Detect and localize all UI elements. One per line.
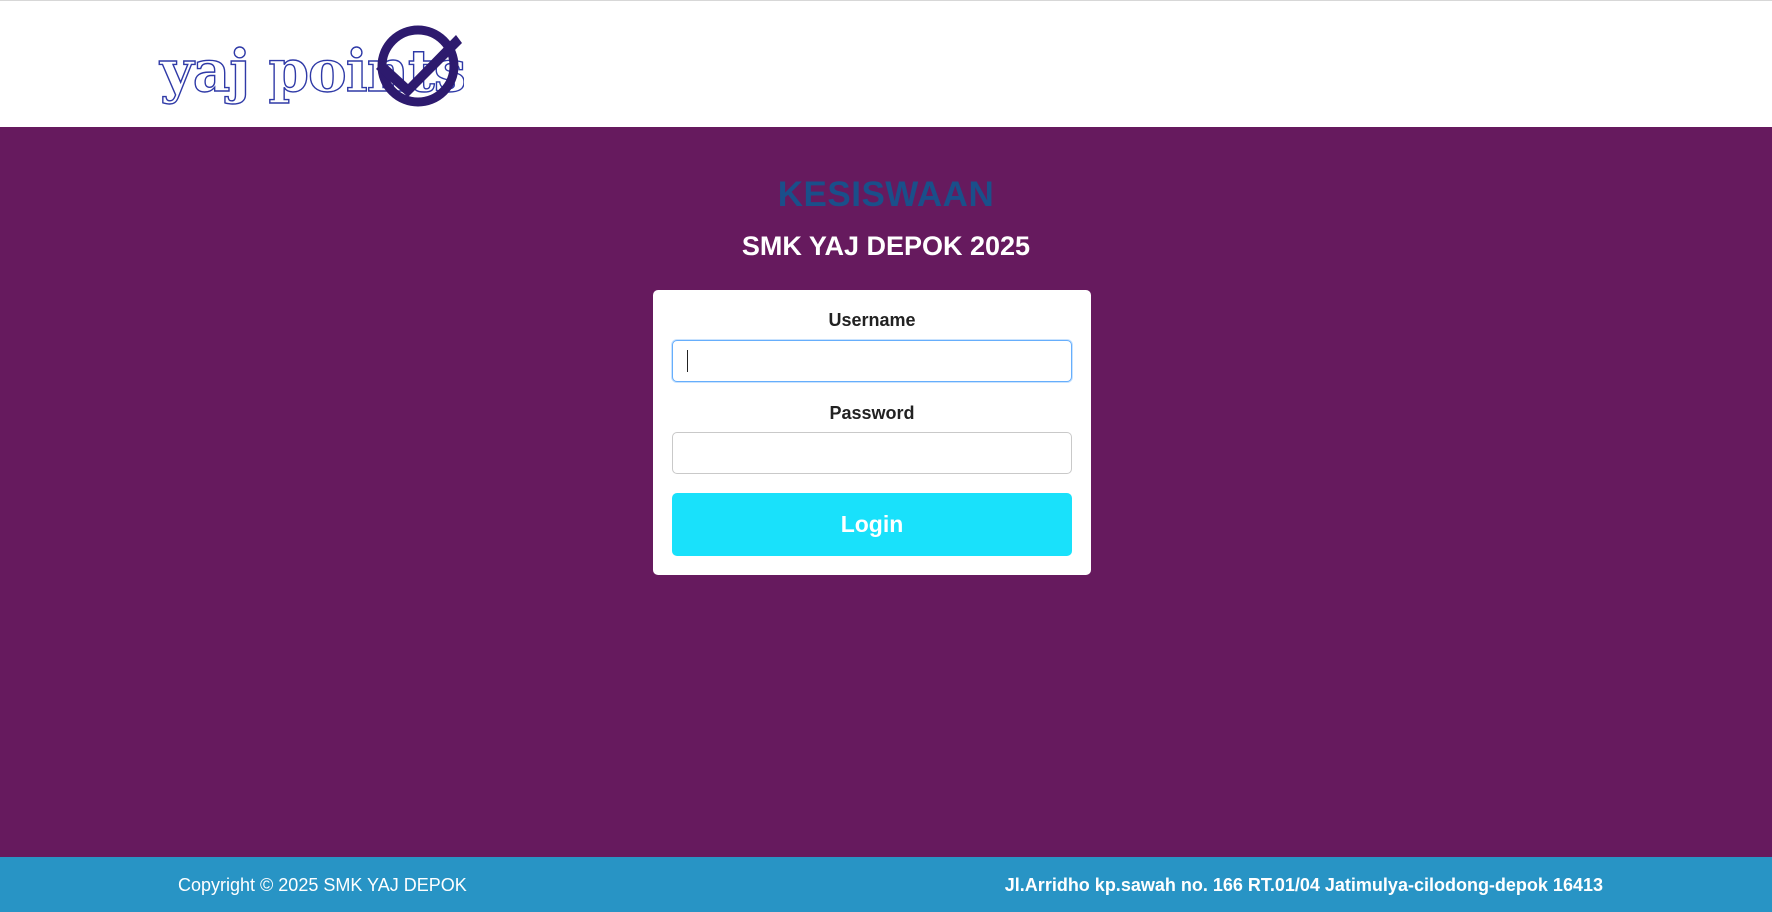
svg-text:yaj points: yaj points — [159, 37, 464, 105]
yaj-points-logo: yaj points — [158, 25, 464, 107]
address-text: Jl.Arridho kp.sawah no. 166 RT.01/04 Jat… — [1004, 875, 1603, 895]
copyright-text: Copyright © 2025 SMK YAJ DEPOK — [178, 875, 467, 895]
text-caret — [687, 350, 688, 372]
password-label: Password — [829, 403, 915, 423]
footer: Copyright © 2025 SMK YAJ DEPOK Jl.Arridh… — [0, 857, 1772, 912]
page-subtitle: SMK YAJ DEPOK 2025 — [741, 231, 1031, 261]
username-input[interactable] — [672, 340, 1072, 382]
page-title: KESISWAAN — [777, 175, 995, 214]
login-button[interactable]: Login — [672, 493, 1072, 556]
password-input[interactable] — [672, 432, 1072, 474]
main-content: KESISWAAN SMK YAJ DEPOK 2025 Username Pa… — [0, 127, 1772, 857]
header: yaj points — [0, 0, 1772, 127]
username-label: Username — [828, 310, 916, 330]
login-card: Username Password Login — [653, 290, 1091, 575]
brand-logo[interactable]: yaj points — [158, 21, 464, 109]
login-page: yaj points KESISWAAN SMK YAJ DEPOK 2025 … — [0, 0, 1772, 912]
